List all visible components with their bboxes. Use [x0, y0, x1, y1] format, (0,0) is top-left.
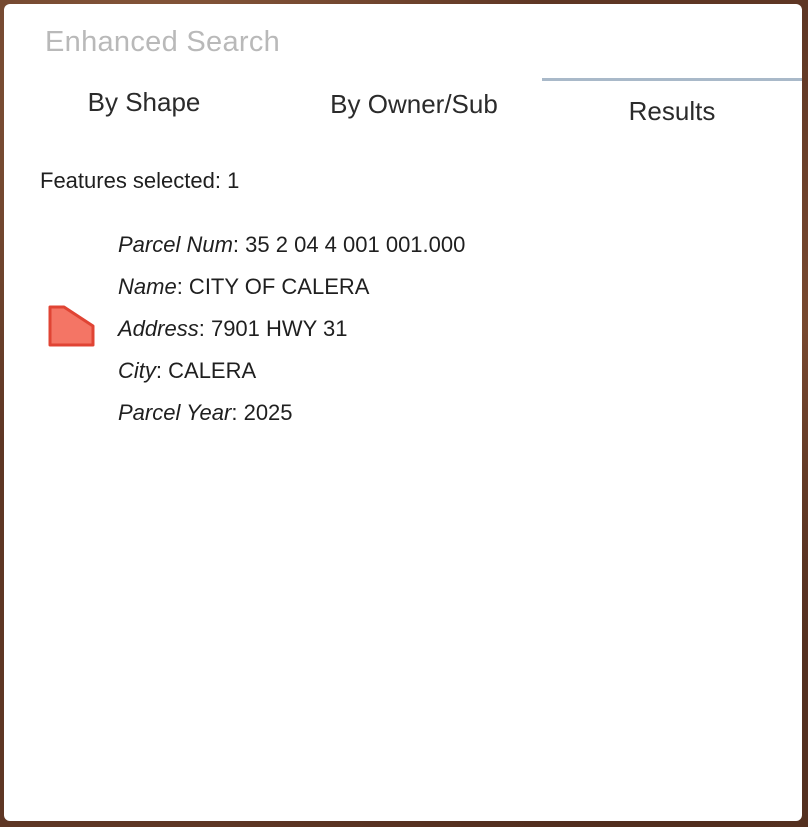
tab-label: Results: [628, 95, 716, 126]
tab-label: By Shape: [87, 86, 201, 117]
enhanced-search-panel: Enhanced Search By Shape By Owner/Sub Re…: [4, 4, 802, 821]
attribute-label: Name: [118, 274, 177, 299]
attribute-value: CALERA: [162, 358, 257, 383]
tab-bar: By Shape By Owner/Sub Results: [4, 74, 802, 134]
attribute-label: Parcel Year: [118, 400, 232, 425]
attribute-label: Address: [118, 316, 199, 341]
parcel-polygon-icon[interactable]: [46, 304, 96, 348]
result-item[interactable]: Parcel Num: 35 2 04 4 001 001.000 Name: …: [44, 218, 744, 428]
attribute-label: Parcel Num: [118, 232, 233, 257]
panel-title: Enhanced Search: [45, 26, 281, 58]
attribute-name: Name: CITY OF CALERA: [118, 266, 465, 308]
result-attributes: Parcel Num: 35 2 04 4 001 001.000 Name: …: [118, 224, 465, 434]
tab-results[interactable]: Results: [542, 78, 802, 141]
attribute-value: CITY OF CALERA: [182, 274, 370, 299]
attribute-value: 2025: [237, 400, 293, 425]
tab-label: By Owner/Sub: [330, 88, 498, 119]
tab-by-shape[interactable]: By Shape: [44, 72, 244, 132]
tab-by-owner-sub[interactable]: By Owner/Sub: [294, 74, 534, 134]
features-selected-count: Features selected: 1: [40, 168, 240, 193]
attribute-parcel-num: Parcel Num: 35 2 04 4 001 001.000: [118, 224, 465, 266]
attribute-city: City: CALERA: [118, 350, 465, 392]
attribute-value: 7901 HWY 31: [204, 316, 348, 341]
attribute-value: 35 2 04 4 001 001.000: [239, 232, 466, 257]
attribute-address: Address: 7901 HWY 31: [118, 308, 465, 350]
attribute-parcel-year: Parcel Year: 2025: [118, 392, 465, 434]
attribute-label: City: [118, 358, 156, 383]
